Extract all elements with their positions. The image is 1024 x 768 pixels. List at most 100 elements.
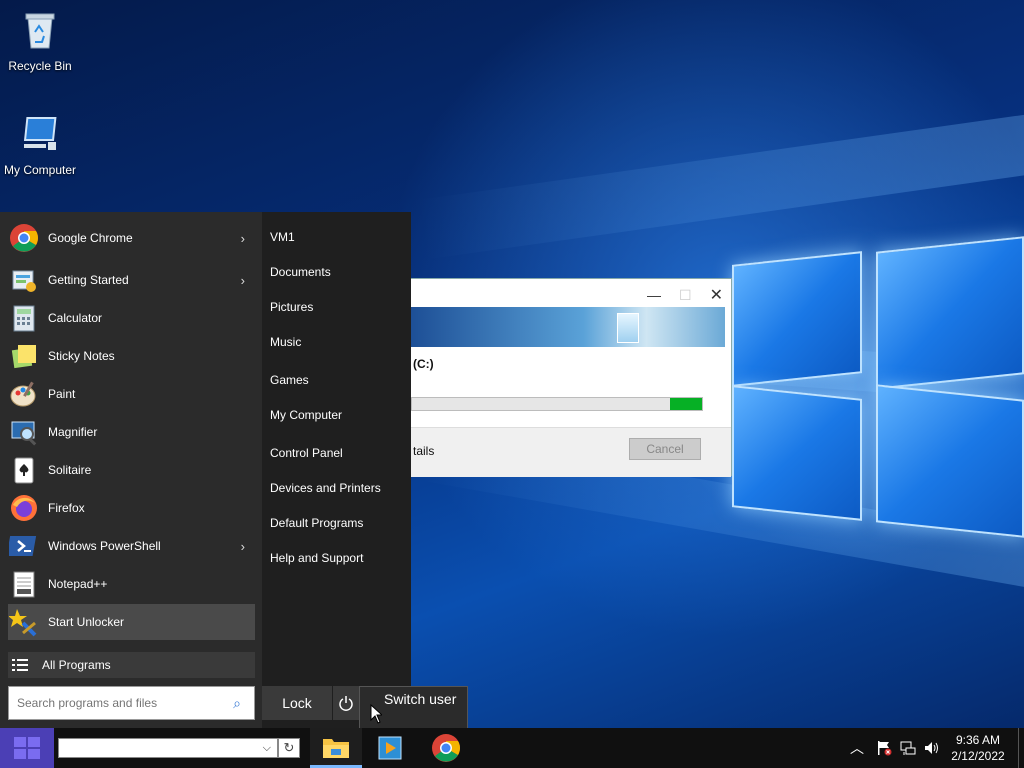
start-button[interactable] [0, 728, 54, 768]
programs-list: Google Chrome › Getting Started › Calcul… [0, 212, 262, 728]
chrome-icon [432, 734, 460, 762]
program-label: Notepad++ [48, 577, 108, 591]
place-my-computer[interactable]: My Computer [270, 408, 342, 422]
program-firefox[interactable]: Firefox [8, 490, 255, 526]
place-documents[interactable]: Documents [270, 265, 331, 279]
more-details-link[interactable]: tails [413, 444, 434, 458]
system-clock[interactable]: 9:36 AM 2/12/2022 [944, 732, 1012, 764]
program-magnifier[interactable]: Magnifier [8, 414, 255, 450]
program-google-chrome[interactable]: Google Chrome › [8, 220, 255, 256]
magnifier-icon [8, 416, 40, 448]
program-label: Start Unlocker [48, 615, 125, 629]
dialog-banner [411, 307, 725, 347]
volume-icon[interactable] [923, 728, 941, 768]
program-label: Getting Started [48, 273, 129, 287]
program-label: Sticky Notes [48, 349, 115, 363]
windows-logo-icon [14, 737, 40, 759]
place-devices-and-printers[interactable]: Devices and Printers [270, 481, 381, 495]
desktop-icon-label: Recycle Bin [8, 59, 72, 73]
power-icon [339, 696, 353, 711]
close-icon[interactable]: ✕ [710, 285, 723, 305]
address-toolbar-input[interactable]: ⌵ [58, 738, 278, 758]
program-sticky-notes[interactable]: Sticky Notes [8, 338, 255, 374]
refresh-icon[interactable]: ↻ [278, 738, 300, 758]
all-programs-label: All Programs [42, 658, 111, 672]
search-icon[interactable]: ⌕ [227, 695, 247, 712]
program-calculator[interactable]: Calculator [8, 300, 255, 336]
chrome-icon [8, 222, 40, 254]
computer-icon [23, 117, 57, 150]
program-label: Firefox [48, 501, 85, 515]
place-pictures[interactable]: Pictures [270, 300, 313, 314]
taskbar-app-file-explorer[interactable] [310, 728, 362, 768]
start-menu: Google Chrome › Getting Started › Calcul… [0, 212, 411, 728]
progress-fill [670, 398, 702, 410]
chevron-right-icon: › [240, 231, 245, 246]
search-box[interactable]: ⌕ [8, 686, 255, 720]
cancel-button[interactable]: Cancel [629, 438, 701, 460]
place-control-panel[interactable]: Control Panel [270, 446, 343, 460]
chevron-right-icon: › [240, 539, 245, 554]
mouse-cursor-icon [370, 704, 382, 724]
powershell-icon [8, 530, 40, 562]
clock-date: 2/12/2022 [951, 749, 1005, 763]
place-games[interactable]: Games [270, 373, 309, 387]
recycle-bin-icon [25, 13, 55, 49]
progress-dialog: — ☐ ✕ (C:) tails Cancel [380, 278, 732, 477]
all-programs-button[interactable]: All Programs [8, 652, 255, 678]
place-help-and-support[interactable]: Help and Support [270, 551, 363, 565]
place-default-programs[interactable]: Default Programs [270, 516, 363, 530]
paint-icon [8, 378, 40, 410]
switch-user-option[interactable]: Switch user [384, 691, 456, 707]
firefox-icon [8, 492, 40, 524]
flag-icon [878, 741, 892, 756]
sticky-notes-icon [8, 340, 40, 372]
program-label: Magnifier [48, 425, 98, 439]
taskbar-app-media-player[interactable] [364, 728, 416, 768]
program-label: Google Chrome [48, 231, 133, 245]
dialog-footer: tails Cancel [381, 427, 731, 477]
program-getting-started[interactable]: Getting Started › [8, 262, 255, 298]
maximize-icon: ☐ [679, 286, 692, 303]
desktop-icon-label: My Computer [3, 163, 77, 177]
program-paint[interactable]: Paint [8, 376, 255, 412]
place-music[interactable]: Music [270, 335, 301, 349]
progress-bar [411, 397, 703, 411]
calculator-icon [8, 302, 40, 334]
program-label: Solitaire [48, 463, 92, 477]
chevron-down-icon[interactable]: ⌵ [263, 742, 277, 755]
list-icon [12, 659, 28, 671]
network-icon[interactable] [900, 728, 916, 768]
chevron-up-icon: ︿ [850, 740, 864, 756]
program-label: Calculator [48, 311, 103, 325]
notepadpp-icon [8, 568, 40, 600]
program-notepadpp[interactable]: Notepad++ [8, 566, 255, 602]
action-center-icon[interactable] [876, 728, 892, 768]
chevron-right-icon: › [240, 273, 245, 288]
program-windows-powershell[interactable]: Windows PowerShell › [8, 528, 255, 564]
show-hidden-icons-button[interactable]: ︿ [850, 728, 864, 768]
clock-time: 9:36 AM [955, 733, 1001, 747]
power-options-button[interactable] [333, 686, 359, 720]
solitaire-icon [8, 454, 40, 486]
lock-button[interactable]: Lock [262, 686, 332, 720]
speaker-icon [925, 742, 938, 754]
program-start-unlocker[interactable]: Start Unlocker [8, 604, 255, 640]
program-label: Paint [48, 387, 76, 401]
search-input[interactable] [9, 696, 227, 710]
minimize-icon[interactable]: — [647, 287, 661, 303]
desktop-icon-my-computer[interactable]: My Computer [0, 112, 80, 177]
program-solitaire[interactable]: Solitaire [8, 452, 255, 488]
media-player-icon [378, 736, 402, 760]
place-vm1[interactable]: VM1 [270, 230, 295, 244]
program-label: Windows PowerShell [48, 539, 161, 553]
desktop-icon-recycle-bin[interactable]: Recycle Bin [0, 8, 80, 73]
taskbar-app-chrome[interactable] [420, 728, 472, 768]
network-icon [900, 741, 916, 755]
taskbar: ⌵ ↻ ︿ 9:36 AM 2/12/2022 [0, 728, 1024, 768]
show-desktop-button[interactable] [1018, 728, 1019, 768]
folder-icon [323, 738, 349, 758]
drive-label: (C:) [413, 357, 434, 371]
unlocker-icon [8, 606, 40, 638]
getting-started-icon [8, 264, 40, 296]
